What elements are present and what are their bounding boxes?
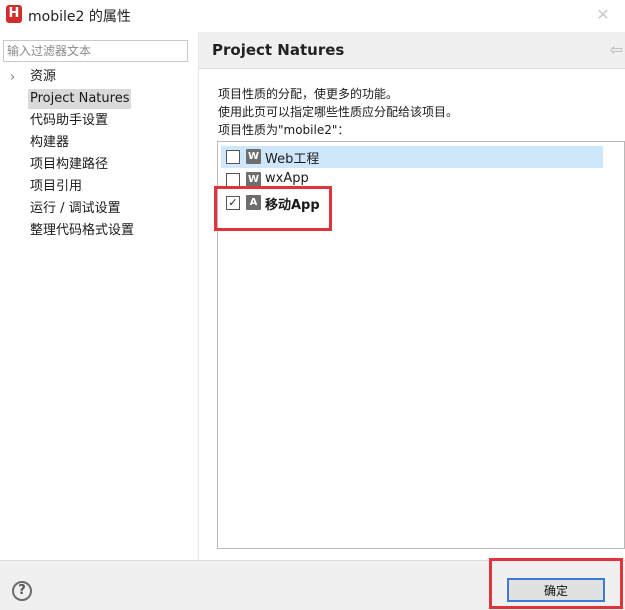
sidebar-item-resource[interactable]: 资源	[28, 67, 58, 87]
filter-input[interactable]	[3, 40, 188, 62]
pane-divider[interactable]	[198, 32, 199, 560]
description-line-3: 项目性质为"mobile2"：	[218, 123, 350, 137]
back-arrow-icon[interactable]: ⇦	[610, 40, 623, 59]
wxapp-checkbox[interactable]	[226, 173, 240, 187]
sidebar-item-build-path[interactable]: 项目构建路径	[28, 155, 110, 175]
window-title: mobile2 的属性	[28, 9, 131, 25]
page-header: Project Natures ⇦	[199, 32, 625, 69]
title-bar: H mobile2 的属性 ✕	[0, 0, 625, 32]
nature-label-web: Web工程	[265, 152, 320, 167]
close-icon[interactable]: ✕	[595, 7, 611, 23]
help-icon[interactable]: ?	[12, 581, 32, 601]
web-project-icon: W	[246, 149, 261, 164]
highlight-box-mobile-app	[214, 186, 332, 231]
sidebar-item-project-references[interactable]: 项目引用	[28, 177, 84, 197]
description-line-2: 使用此页可以指定哪些性质应分配给该项目。	[218, 105, 459, 119]
description-line-1: 项目性质的分配，使更多的功能。	[218, 87, 399, 101]
nature-label-wxapp: wxApp	[265, 171, 309, 186]
highlight-box-ok	[489, 558, 623, 609]
nature-row-web[interactable]: W Web工程	[221, 146, 603, 168]
page-title: Project Natures	[212, 41, 345, 59]
chevron-right-icon[interactable]: ›	[10, 71, 15, 85]
sidebar-item-builders[interactable]: 构建器	[28, 133, 71, 153]
sidebar-item-code-formatter[interactable]: 整理代码格式设置	[28, 221, 136, 241]
web-checkbox[interactable]	[226, 150, 240, 164]
sidebar-item-project-natures[interactable]: Project Natures	[28, 89, 132, 109]
wxapp-icon: W	[246, 172, 261, 187]
sidebar-item-run-debug[interactable]: 运行 / 调试设置	[28, 199, 123, 219]
hbuilder-logo-icon: H	[6, 5, 22, 23]
sidebar-item-code-assist[interactable]: 代码助手设置	[28, 111, 110, 131]
